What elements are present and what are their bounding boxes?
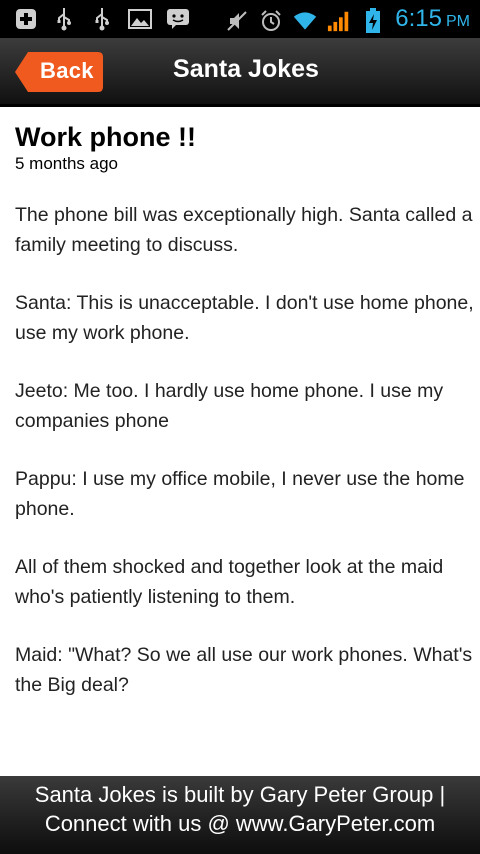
mute-icon — [225, 9, 249, 33]
joke-paragraph: Maid: "What? So we all use our work phon… — [15, 644, 473, 696]
joke-title: Work phone !! — [15, 122, 196, 152]
footer-link[interactable]: Connect with us @ www.GaryPeter.com — [0, 809, 480, 838]
joke-paragraph: Jeeto: Me too. I hardly use home phone. … — [15, 380, 444, 432]
clock-ampm: PM — [446, 13, 470, 30]
usb-icon — [90, 7, 114, 31]
image-icon — [128, 7, 152, 31]
clock-time: 6:15 — [395, 5, 442, 32]
joke-paragraph: Santa: This is unacceptable. I don't use… — [15, 292, 474, 344]
joke-paragraph: The phone bill was exceptionally high. S… — [15, 204, 473, 256]
joke-paragraph: Pappu: I use my office mobile, I never u… — [15, 468, 465, 520]
battery-charging-icon — [361, 7, 385, 33]
joke-paragraph: All of them shocked and together look at… — [15, 556, 444, 608]
joke-body: The phone bill was exceptionally high. S… — [15, 200, 475, 700]
status-bar: 6:15 PM — [0, 0, 480, 38]
joke-content: Work phone !! 5 months ago The phone bil… — [15, 120, 475, 728]
system-status: 6:15 PM — [225, 4, 470, 37]
app-title: Santa Jokes — [173, 55, 319, 83]
footer-banner[interactable]: Santa Jokes is built by Gary Peter Group… — [0, 776, 480, 854]
signal-icon — [327, 9, 351, 33]
bbm-icon — [166, 7, 190, 31]
add-icon — [14, 7, 38, 31]
clock: 6:15 PM — [395, 4, 470, 37]
usb-icon — [52, 7, 76, 31]
notification-icons — [14, 7, 190, 31]
footer-credit: Santa Jokes is built by Gary Peter Group… — [34, 782, 446, 807]
alarm-icon — [259, 9, 283, 33]
app-header: Back Santa Jokes — [0, 38, 480, 107]
joke-timestamp: 5 months ago — [15, 154, 119, 173]
wifi-icon — [293, 9, 317, 33]
back-button[interactable]: Back — [14, 51, 104, 93]
back-button-label: Back — [40, 58, 94, 83]
